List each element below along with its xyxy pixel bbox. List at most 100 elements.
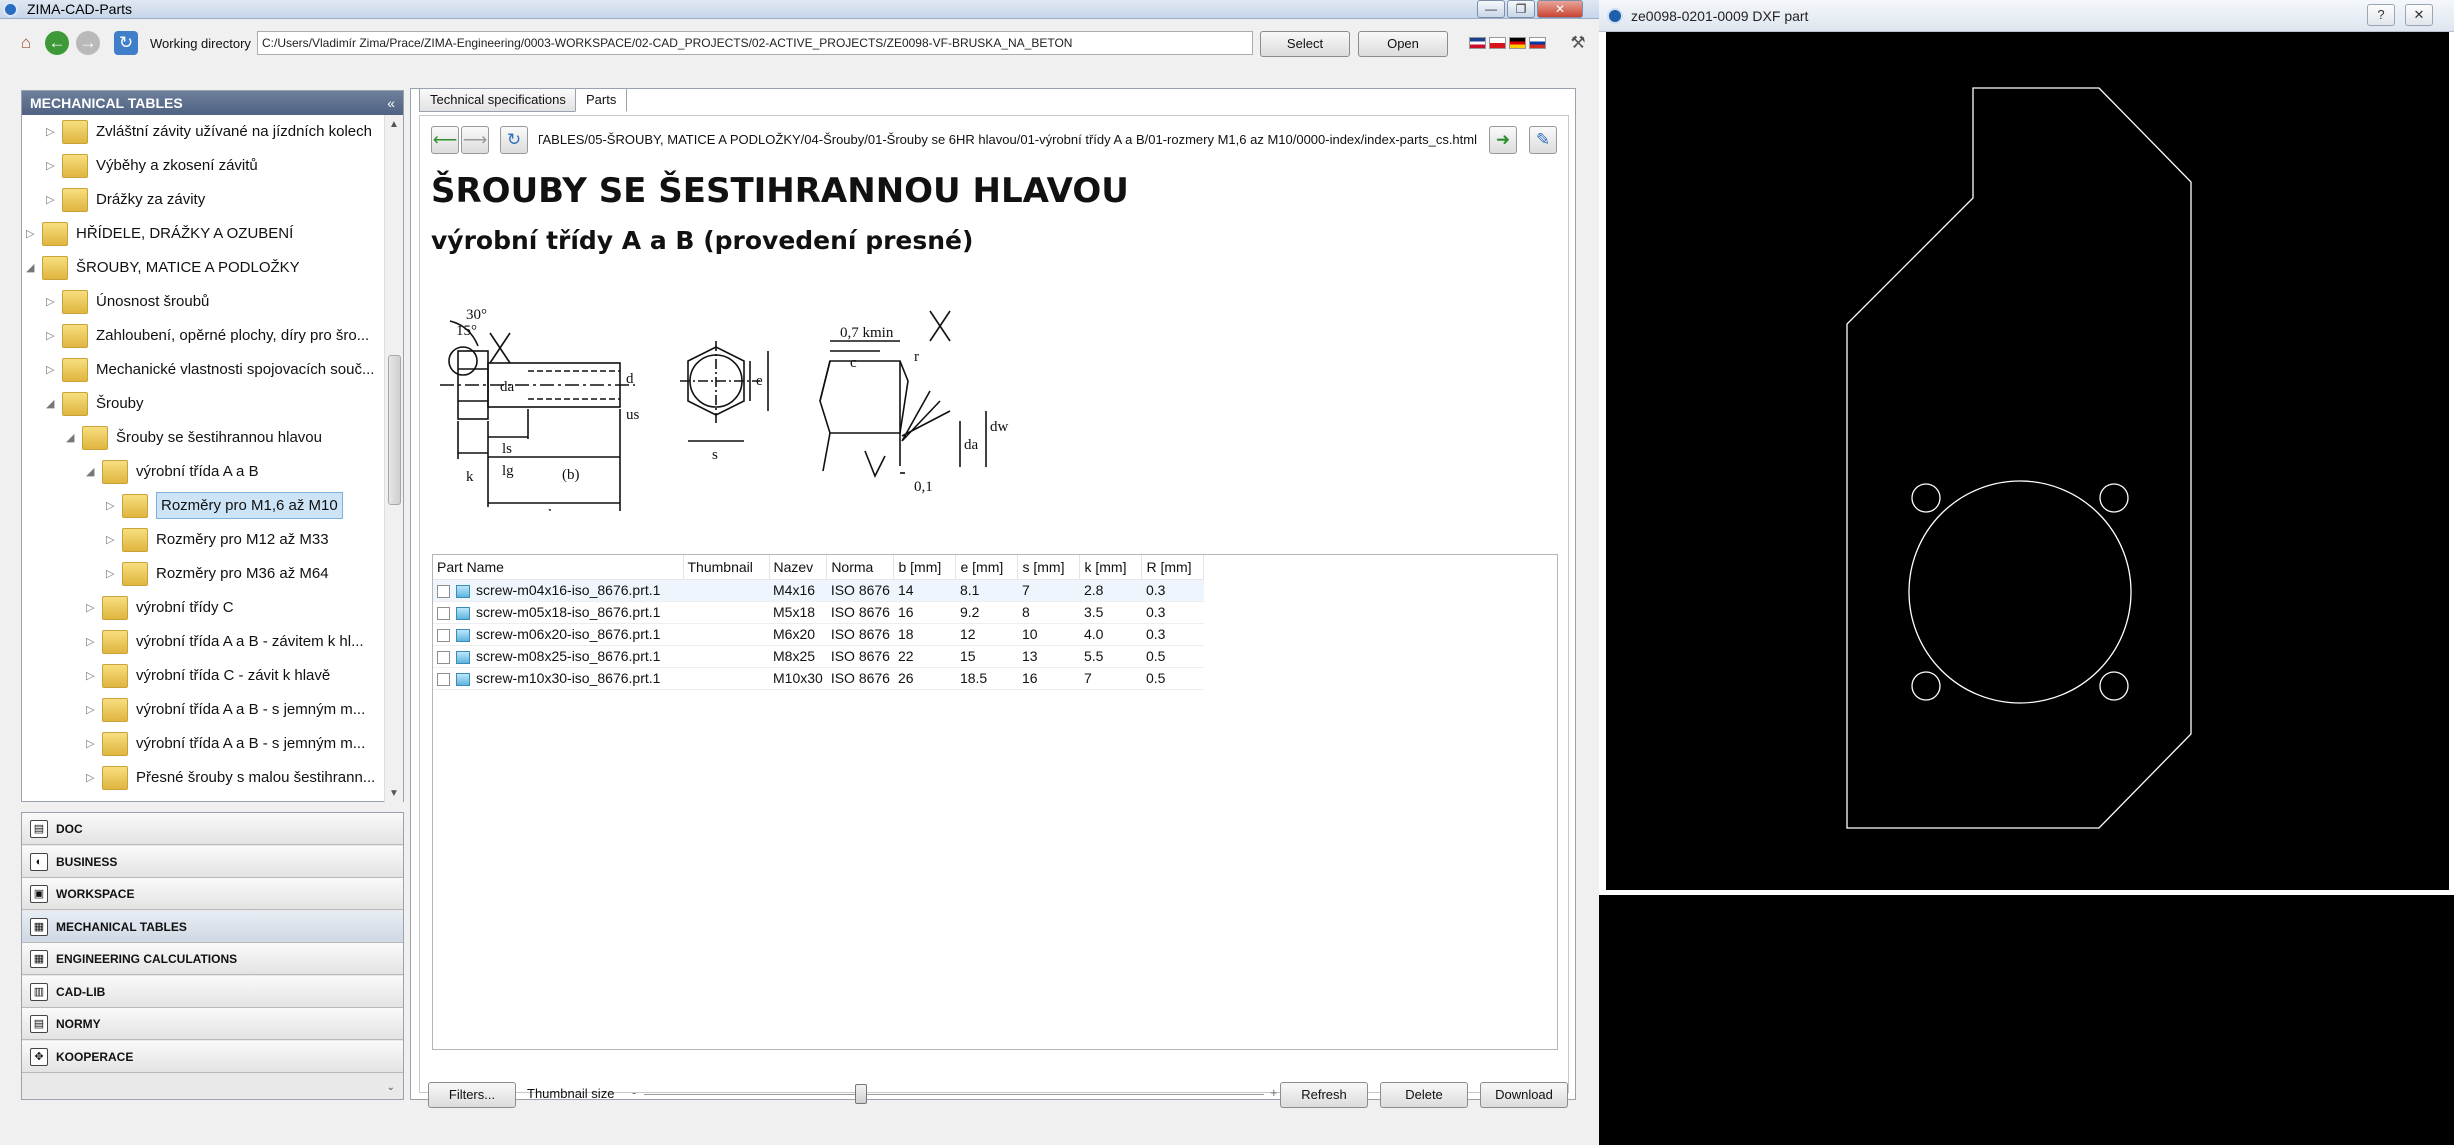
expand-arrow-icon[interactable]: ▷ (46, 363, 54, 376)
nav-options-icon[interactable]: ⌄ (387, 1082, 395, 1093)
back-icon[interactable]: ← (45, 31, 69, 55)
expand-arrow-icon[interactable]: ▷ (106, 533, 114, 546)
dxf-help-button[interactable]: ? (2367, 4, 2395, 26)
mount-hole-top-left (1911, 483, 1941, 513)
maximize-button[interactable]: ❐ (1507, 0, 1535, 18)
nav-section-mechanical-tables[interactable]: ▦ MECHANICAL TABLES (22, 910, 403, 943)
column-header[interactable]: Nazev (769, 555, 828, 580)
delete-button[interactable]: Delete (1380, 1082, 1468, 1108)
expand-arrow-icon[interactable]: ▷ (46, 329, 54, 342)
nav-section-cad-lib[interactable]: ▥ CAD-LIB (22, 975, 403, 1008)
download-button[interactable]: Download (1480, 1082, 1568, 1108)
tree-item-label: Přesné šrouby s malou šestihrann... (136, 769, 376, 786)
slider-max-label: + (1270, 1085, 1278, 1100)
collapse-arrow-icon[interactable]: ◢ (86, 465, 94, 478)
column-header[interactable]: Part Name (433, 555, 684, 580)
expand-arrow-icon[interactable]: ▷ (46, 125, 54, 138)
expand-arrow-icon[interactable]: ▷ (86, 635, 94, 648)
settings-wrench-icon[interactable]: ⚒ (1566, 31, 1590, 55)
browser-reload-button[interactable]: ↻ (500, 126, 528, 154)
expand-arrow-icon[interactable]: ▷ (86, 737, 94, 750)
tab-technical-specifications[interactable]: Technical specifications (419, 88, 577, 112)
refresh-icon[interactable]: ↻ (114, 31, 138, 55)
thumbnail-size-slider[interactable] (644, 1094, 1264, 1095)
scroll-down-icon[interactable]: ▼ (389, 788, 399, 799)
collapse-sidebar-button[interactable]: « (387, 91, 395, 115)
expand-arrow-icon[interactable]: ▷ (86, 703, 94, 716)
table-row[interactable]: screw-m10x30-iso_8676.prt.1 M10x30 ISO 867… (433, 667, 1204, 689)
nav-section-normy[interactable]: ▤ NORMY (22, 1008, 403, 1040)
tab-parts[interactable]: Parts (575, 88, 628, 112)
go-button[interactable]: ➜ (1489, 126, 1517, 154)
nav-section-engineering-calculations[interactable]: ▦ ENGINEERING CALCULATIONS (22, 943, 403, 975)
nav-section-workspace[interactable]: ▣ WORKSPACE (22, 878, 403, 910)
row-checkbox[interactable] (437, 606, 450, 620)
nav-section-business[interactable]: ◐ BUSINESS (22, 845, 403, 878)
column-header[interactable]: e [mm] (955, 555, 1019, 580)
row-checkbox[interactable] (437, 584, 450, 598)
pin-button[interactable]: ✎ (1529, 126, 1557, 154)
browser-forward-button[interactable]: ⟶ (461, 126, 489, 154)
drawing-label-lg: lg (502, 463, 514, 479)
row-checkbox[interactable] (437, 628, 450, 642)
column-header[interactable]: R [mm] (1141, 555, 1205, 580)
tree-item-label: Drážky za závity (96, 191, 206, 208)
flag-en-icon[interactable] (1469, 37, 1486, 49)
flag-ru-icon[interactable] (1529, 37, 1546, 49)
part-name-cell: screw-m06x20-iso_8676.prt.1 (476, 626, 661, 642)
table-row[interactable]: screw-m06x20-iso_8676.prt.1 M6x20 ISO 8676… (433, 623, 1204, 645)
expand-arrow-icon[interactable]: ▷ (106, 567, 114, 580)
flag-cz-icon[interactable] (1489, 37, 1506, 49)
expand-arrow-icon[interactable]: ▷ (26, 227, 34, 240)
parts-browser: ⟵ ⟶ ↻ MECHANICAL TABLES/05-ŠROUBY, MATIC… (419, 115, 1569, 1108)
dxf-part-outline (1846, 87, 2192, 829)
collapse-arrow-icon[interactable]: ◢ (66, 431, 74, 444)
working-directory-input[interactable] (257, 31, 1253, 55)
scroll-up-icon[interactable]: ▲ (389, 119, 399, 130)
nav-section-kooperace[interactable]: ✥ KOOPERACE (22, 1040, 403, 1073)
close-button[interactable]: ✕ (1537, 0, 1583, 18)
mount-hole-bottom-right (2099, 671, 2129, 701)
collapse-arrow-icon[interactable]: ◢ (46, 397, 54, 410)
row-checkbox[interactable] (437, 650, 450, 664)
center-bore-circle (1908, 480, 2132, 704)
filters-button[interactable]: Filters... (428, 1082, 516, 1108)
browser-back-button[interactable]: ⟵ (431, 126, 459, 154)
refresh-button[interactable]: Refresh (1280, 1082, 1368, 1108)
table-row[interactable]: screw-m04x16-iso_8676.prt.1 M4x16 ISO 8676… (433, 579, 1204, 601)
expand-arrow-icon[interactable]: ▷ (46, 193, 54, 206)
sidebar-scrollbar[interactable]: ▲ ▼ (384, 115, 403, 803)
collapse-arrow-icon[interactable]: ◢ (26, 261, 34, 274)
expand-arrow-icon[interactable]: ▷ (46, 159, 54, 172)
home-icon[interactable]: ⌂ (14, 31, 38, 55)
expand-arrow-icon[interactable]: ▷ (86, 771, 94, 784)
forward-icon[interactable]: → (76, 31, 100, 55)
expand-arrow-icon[interactable]: ▷ (86, 601, 94, 614)
table-row[interactable]: screw-m08x25-iso_8676.prt.1 M8x25 ISO 8676… (433, 645, 1204, 667)
minimize-button[interactable]: — (1477, 0, 1505, 18)
thumbnail-size-slider-handle[interactable] (855, 1084, 867, 1104)
scrollbar-thumb[interactable] (388, 355, 401, 505)
expand-arrow-icon[interactable]: ▷ (86, 669, 94, 682)
row-checkbox[interactable] (437, 672, 450, 686)
tree-item-label: Rozměry pro M36 až M64 (156, 565, 329, 582)
select-button[interactable]: Select (1260, 31, 1350, 57)
dxf-canvas[interactable] (1606, 32, 2449, 890)
expand-arrow-icon[interactable]: ▷ (46, 295, 54, 308)
column-header[interactable]: Thumbnail (683, 555, 770, 580)
open-button[interactable]: Open (1358, 31, 1448, 57)
sidebar: MECHANICAL TABLES « ▷ Zvláštní závity uží… (21, 90, 404, 803)
expand-arrow-icon[interactable]: ▷ (106, 499, 114, 512)
column-header[interactable]: s [mm] (1017, 555, 1081, 580)
nav-section-doc[interactable]: ▤ DOC (22, 813, 403, 845)
column-header[interactable]: b [mm] (893, 555, 957, 580)
window-title: ZIMA-CAD-Parts (27, 1, 132, 17)
dxf-close-button[interactable]: ✕ (2405, 4, 2433, 26)
column-header[interactable]: k [mm] (1079, 555, 1143, 580)
flag-de-icon[interactable] (1509, 37, 1526, 49)
url-field[interactable]: MECHANICAL TABLES/05-ŠROUBY, MATICE A PO… (539, 126, 1481, 154)
column-header[interactable]: Norma (826, 555, 895, 580)
folder-icon (42, 256, 68, 280)
tree-item-label: Šrouby (96, 395, 144, 412)
table-row[interactable]: screw-m05x18-iso_8676.prt.1 M5x18 ISO 8676… (433, 601, 1204, 623)
